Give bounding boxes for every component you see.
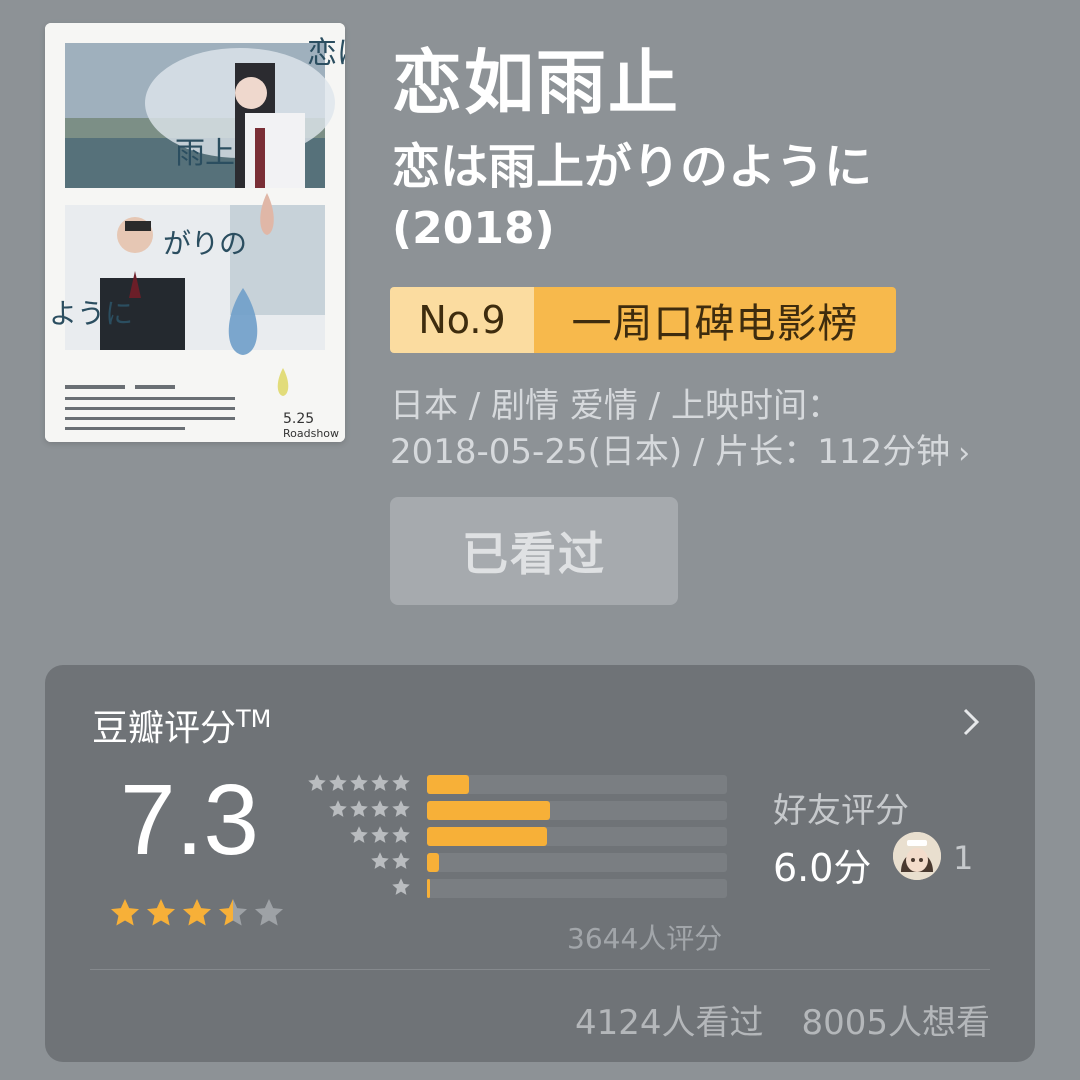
mini-star-icon [392,774,410,791]
distribution-row-2 [307,851,727,875]
rating-card: 豆瓣评分TM 7.3 3644人评分 好友评分 6.0分 1 4124人看过 8… [45,665,1035,1062]
distribution-bar-track [427,801,727,820]
mini-star-icon [392,826,410,843]
friend-count: 1 [953,839,974,877]
rating-star-icon [219,899,247,926]
rank-list-name: 一周口碑电影榜 [534,287,896,353]
distribution-bar-track [427,827,727,846]
distribution-row-5 [307,773,727,797]
distribution-stars [307,773,411,793]
meta-release-text: 2018-05-25(日本) / 片长：112分钟 [390,432,951,472]
watched-button[interactable]: 已看过 [390,497,678,605]
rating-score: 7.3 [120,764,260,876]
movie-year: (2018) [392,203,555,254]
poster-release-date: 5.25 [283,411,314,427]
mini-star-icon [392,852,410,869]
distribution-bar-track [427,853,727,872]
mini-star-icon [329,774,347,791]
chevron-right-icon: › [958,436,971,471]
friend-avatar[interactable] [893,832,941,880]
divider [90,969,990,970]
mini-star-icon [350,800,368,817]
rating-title-text: 豆瓣评分 [92,708,237,749]
distribution-row-1 [307,877,727,901]
mini-star-icon [392,800,410,817]
distribution-bar-fill [427,853,439,872]
distribution-stars [349,825,411,845]
distribution-bar-track [427,879,727,898]
mini-star-icon [329,800,347,817]
distribution-stars [370,851,411,871]
mini-star-icon [308,774,326,791]
watched-count[interactable]: 4124人看过 [575,995,764,1044]
mini-star-icon [371,826,389,843]
distribution-bar-fill [427,827,547,846]
distribution-bar-fill [427,801,550,820]
rating-count: 3644人评分 [567,922,723,955]
distribution-stars [391,877,411,897]
rating-star-icon [111,899,139,926]
chevron-right-icon[interactable] [955,705,987,739]
friend-rating-label: 好友评分 [773,791,909,831]
mini-star-icon [392,878,410,895]
distribution-row-3 [307,825,727,849]
poster-title-1: 恋は [307,36,345,71]
rank-badge[interactable]: No.9 一周口碑电影榜 [390,287,896,353]
meta-line-genre: 日本 / 剧情 爱情 / 上映时间： [390,386,841,426]
rank-number: No.9 [390,287,534,353]
rating-star-icon [255,899,283,926]
distribution-bar-fill [427,775,469,794]
distribution-bar-fill [427,879,430,898]
rating-star-icon [183,899,211,926]
audience-stats: 4124人看过 8005人想看 [575,995,990,1044]
meta-line-release: 2018-05-25(日本) / 片长：112分钟 › [390,429,1040,477]
mini-star-icon [350,826,368,843]
poster-title-4: ように [49,297,133,330]
mini-star-icon [350,774,368,791]
rating-star-icon [147,899,175,926]
movie-meta[interactable]: 日本 / 剧情 爱情 / 上映时间： 2018-05-25(日本) / 片长：1… [390,383,1040,477]
mini-star-icon [371,800,389,817]
rating-title: 豆瓣评分TM [92,699,271,751]
trademark-mark: TM [236,705,272,733]
movie-original-title: 恋は雨上がりのように [392,139,873,195]
want-count[interactable]: 8005人想看 [801,995,990,1044]
movie-poster[interactable]: 恋は 雨上 がりの ように 5.25 Roadshow [45,23,345,442]
distribution-bar-track [427,775,727,794]
distribution-stars [328,799,411,819]
poster-roadshow: Roadshow [283,427,339,440]
mini-star-icon [371,774,389,791]
distribution-row-4 [307,799,727,823]
rating-stars [109,897,285,929]
mini-star-icon [371,852,389,869]
poster-title-2: 雨上 [175,136,235,171]
movie-title: 恋如雨止 [392,42,680,124]
poster-title-3: がりの [163,227,247,260]
friend-rating-score[interactable]: 6.0分 [773,837,871,892]
